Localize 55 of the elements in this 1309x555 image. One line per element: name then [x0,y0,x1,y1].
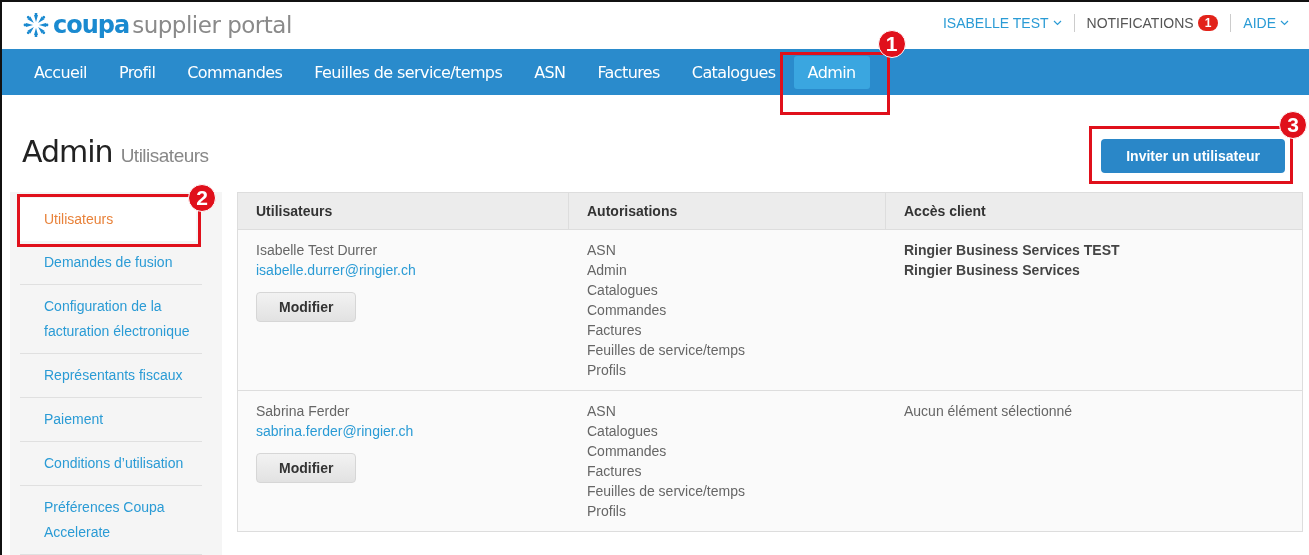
user-email-link[interactable]: sabrina.ferder@ringier.ch [256,421,414,441]
sidebar-item[interactable]: Configuration de la facturation électronique [20,285,202,354]
nav-tab[interactable]: ASN [520,55,580,89]
sidebar-item[interactable]: Représentants fiscaux [20,354,202,398]
help-menu[interactable]: AIDE [1243,14,1289,31]
nav-tab[interactable]: Admin [793,55,870,89]
permission-text: Factures [587,462,642,481]
edit-button[interactable]: Modifier [256,292,357,322]
callout-number: 1 [877,29,906,58]
permission-text: Catalogues [587,422,658,441]
nav-tab[interactable]: Feuilles de service/temps [300,55,517,89]
notifications-link[interactable]: NOTIFICATIONS 1 [1086,14,1219,31]
sidebar-item[interactable]: Préférences Coupa Accelerate [20,486,202,555]
column-header: Autorisations [569,193,886,229]
invite-user-button[interactable]: Inviter un utilisateur [1101,139,1285,173]
nav-tab[interactable]: Profil [104,55,170,89]
permission-text: Admin [587,261,627,280]
customer-access-text: Ringier Business Services [904,261,1080,280]
nav-tab[interactable]: Accueil [20,55,101,89]
logo-brand-text: coupa [53,10,130,39]
chevron-down-icon [1280,19,1289,26]
page-title: Admin [22,134,113,169]
callout-number: 2 [188,184,216,212]
edit-button[interactable]: Modifier [256,453,357,483]
permission-text: Commandes [587,301,667,320]
user-name: Isabelle Test Durrer [256,241,378,260]
customer-access-text: Ringier Business Services TEST [904,241,1120,260]
chevron-down-icon [1052,19,1062,26]
nav-tab[interactable]: Factures [583,55,674,89]
permission-text: Commandes [587,442,667,461]
user-name: Sabrina Ferder [256,402,350,421]
permission-text: Profils [587,361,626,380]
permission-text: ASN [587,402,616,421]
callout-number: 3 [1279,111,1307,139]
sidebar-item[interactable]: Conditions d’utilisation [20,442,202,486]
permission-text: Catalogues [587,281,658,300]
nav-tab[interactable]: Commandes [173,55,297,89]
permission-text: Profils [587,502,626,521]
user-menu[interactable]: ISABELLE TEST [942,14,1062,31]
column-header: Utilisateurs [238,193,569,229]
nav-tab[interactable]: Catalogues [677,55,790,89]
page-subtitle: Utilisateurs [120,145,209,167]
sidebar-item[interactable]: Demandes de fusion [20,241,202,285]
sidebar-item[interactable]: Utilisateurs [20,198,196,241]
column-header: Accès client [903,202,987,221]
permission-text: Feuilles de service/temps [587,482,745,501]
permission-text: ASN [587,241,616,260]
customer-access-text: Aucun élément sélectionné [904,402,1073,421]
user-email-link[interactable]: isabelle.durrer@ringier.ch [256,260,416,280]
snowflake-logo-icon [22,12,50,37]
permission-text: Feuilles de service/temps [587,341,745,360]
permission-text: Factures [587,321,642,340]
logo-product-text: supplier portal [132,11,292,38]
sidebar-item[interactable]: Paiement [20,398,202,442]
notification-count: 1 [1197,14,1219,31]
